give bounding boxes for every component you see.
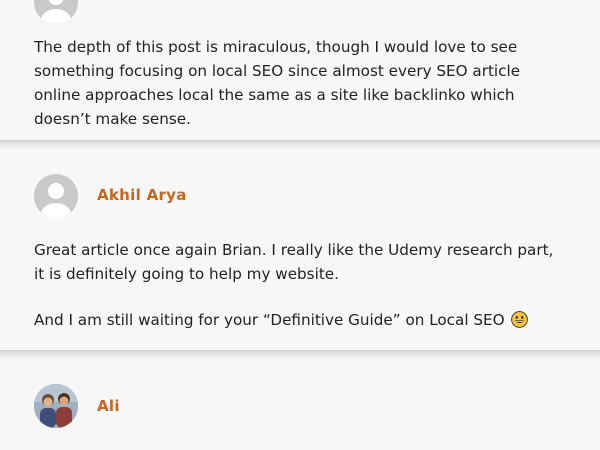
- default-avatar-icon: [34, 0, 78, 24]
- avatar: [34, 174, 78, 218]
- comment-divider: [0, 350, 600, 360]
- avatar: [34, 0, 78, 24]
- user-photo-avatar-icon: [34, 384, 78, 428]
- comment-3: Ali: [0, 352, 600, 450]
- avatar: [34, 384, 78, 428]
- comments-section: The depth of this post is miraculous, th…: [0, 0, 600, 450]
- grinning-face-emoji-icon: [511, 311, 529, 328]
- comment-text-2-content: And I am still waiting for your “Definit…: [34, 311, 505, 329]
- comment-divider: [0, 140, 600, 150]
- comment-text: Great article once again Brian. I really…: [34, 241, 554, 283]
- comment-2: Akhil Arya Great article once again Bria…: [0, 140, 600, 352]
- comment-text: The depth of this post is miraculous, th…: [34, 38, 521, 128]
- comment-1: The depth of this post is miraculous, th…: [0, 0, 600, 140]
- default-avatar-icon: [34, 174, 78, 218]
- comment-author-link[interactable]: Akhil Arya: [97, 186, 187, 204]
- comment-text-2: And I am still waiting for your “Definit…: [34, 308, 564, 332]
- comment-author-link[interactable]: Ali: [97, 397, 120, 415]
